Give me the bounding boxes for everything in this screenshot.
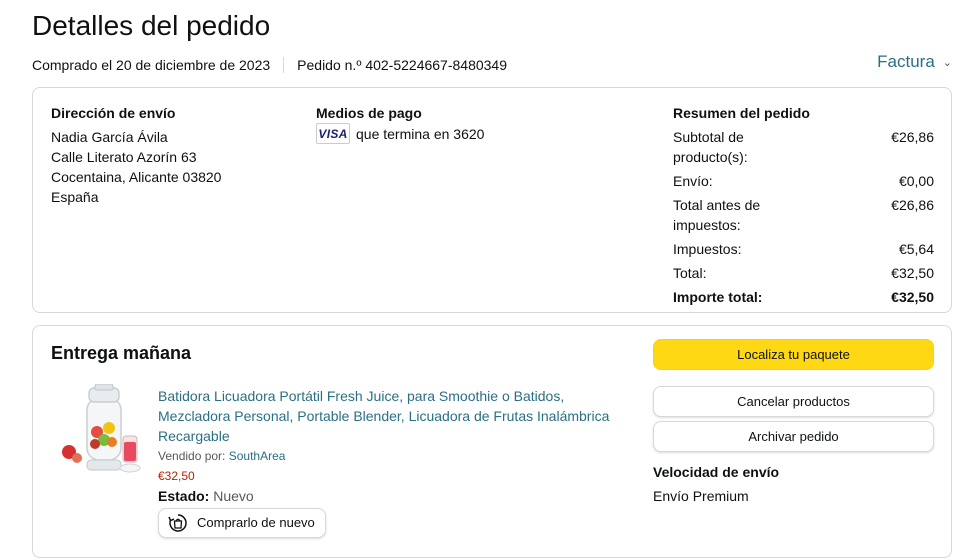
visa-card-icon: VISA: [316, 123, 350, 144]
summary-row-total: Total: €32,50: [673, 263, 934, 283]
sold-by: Vendido por: SouthArea: [158, 446, 628, 466]
seller-link[interactable]: SouthArea: [229, 449, 286, 463]
summary-title: Resumen del pedido: [673, 105, 810, 121]
track-package-button[interactable]: Localiza tu paquete: [653, 339, 934, 370]
summary-value: €0,00: [898, 173, 934, 189]
summary-label: Total antes de impuestos:: [673, 197, 761, 233]
summary-row-pretax: Total antes de impuestos: €26,86: [673, 195, 934, 235]
shipping-country: España: [51, 189, 99, 205]
product-image[interactable]: [57, 383, 145, 480]
delivery-title: Entrega mañana: [51, 343, 192, 363]
shipping-speed-title: Velocidad de envío: [653, 464, 780, 480]
card-ending-text: que termina en 3620: [356, 125, 485, 142]
cancel-items-button[interactable]: Cancelar productos: [653, 386, 934, 417]
summary-label: Subtotal de producto(s):: [673, 129, 748, 165]
buy-again-label: Comprarlo de nuevo: [197, 515, 315, 530]
invoice-dropdown[interactable]: Factura ⌄: [877, 52, 952, 72]
shipping-speed: Velocidad de envío Envío Premium: [653, 462, 934, 506]
summary-label: Envío:: [673, 173, 713, 189]
summary-row-tax: Impuestos: €5,64: [673, 239, 934, 259]
shipping-name: Nadia García Ávila: [51, 129, 168, 145]
summary-label: Impuestos:: [673, 241, 742, 257]
product-price: €32,50: [158, 469, 195, 483]
order-number: Pedido n.º 402-5224667-8480349: [297, 57, 508, 73]
status-value: Nuevo: [213, 488, 254, 504]
sold-by-label: Vendido por:: [158, 449, 226, 463]
status-label: Estado:: [158, 488, 210, 504]
shipping-street: Calle Literato Azorín 63: [51, 149, 197, 165]
chevron-down-icon: ⌄: [942, 56, 952, 69]
buy-again-button[interactable]: Comprarlo de nuevo: [158, 508, 326, 538]
shipping-title: Dirección de envío: [51, 105, 176, 121]
payment-card-row: VISA que termina en 3620: [316, 123, 616, 144]
invoice-label: Factura: [877, 52, 935, 71]
summary-value: €26,86: [891, 197, 934, 213]
shipping-city: Cocentaina, Alicante 03820: [51, 169, 222, 185]
summary-value: €32,50: [891, 289, 934, 305]
order-meta: Comprado el 20 de diciembre de 2023 Pedi…: [32, 57, 507, 73]
shipping-speed-value: Envío Premium: [653, 488, 749, 504]
archive-order-button[interactable]: Archivar pedido: [653, 421, 934, 452]
order-summary-card: Dirección de envío Nadia García Ávila Ca…: [32, 87, 952, 313]
meta-divider: [283, 57, 285, 73]
order-summary: Resumen del pedido Subtotal de producto(…: [673, 103, 934, 311]
payment-title: Medios de pago: [316, 105, 422, 121]
page-title: Detalles del pedido: [32, 10, 271, 41]
delivery-card: Entrega mañana Batidora Licuadora Portát…: [32, 325, 952, 558]
summary-row-shipping: Envío: €0,00: [673, 171, 934, 191]
summary-row-subtotal: Subtotal de producto(s): €26,86: [673, 127, 934, 167]
shipping-address: Dirección de envío Nadia García Ávila Ca…: [51, 103, 291, 207]
summary-row-grand-total: Importe total: €32,50: [673, 287, 934, 307]
product-title-link[interactable]: Batidora Licuadora Portátil Fresh Juice,…: [158, 386, 628, 446]
reorder-icon: [168, 514, 187, 532]
payment-method: Medios de pago VISA que termina en 3620: [316, 103, 616, 144]
summary-value: €26,86: [891, 129, 934, 145]
purchase-date: Comprado el 20 de diciembre de 2023: [32, 57, 271, 73]
summary-value: €32,50: [891, 265, 934, 281]
summary-label: Importe total:: [673, 289, 763, 305]
product-status: Estado: Nuevo: [158, 486, 628, 506]
summary-value: €5,64: [898, 241, 934, 257]
product-info: Batidora Licuadora Portátil Fresh Juice,…: [158, 386, 628, 539]
summary-label: Total:: [673, 265, 707, 281]
